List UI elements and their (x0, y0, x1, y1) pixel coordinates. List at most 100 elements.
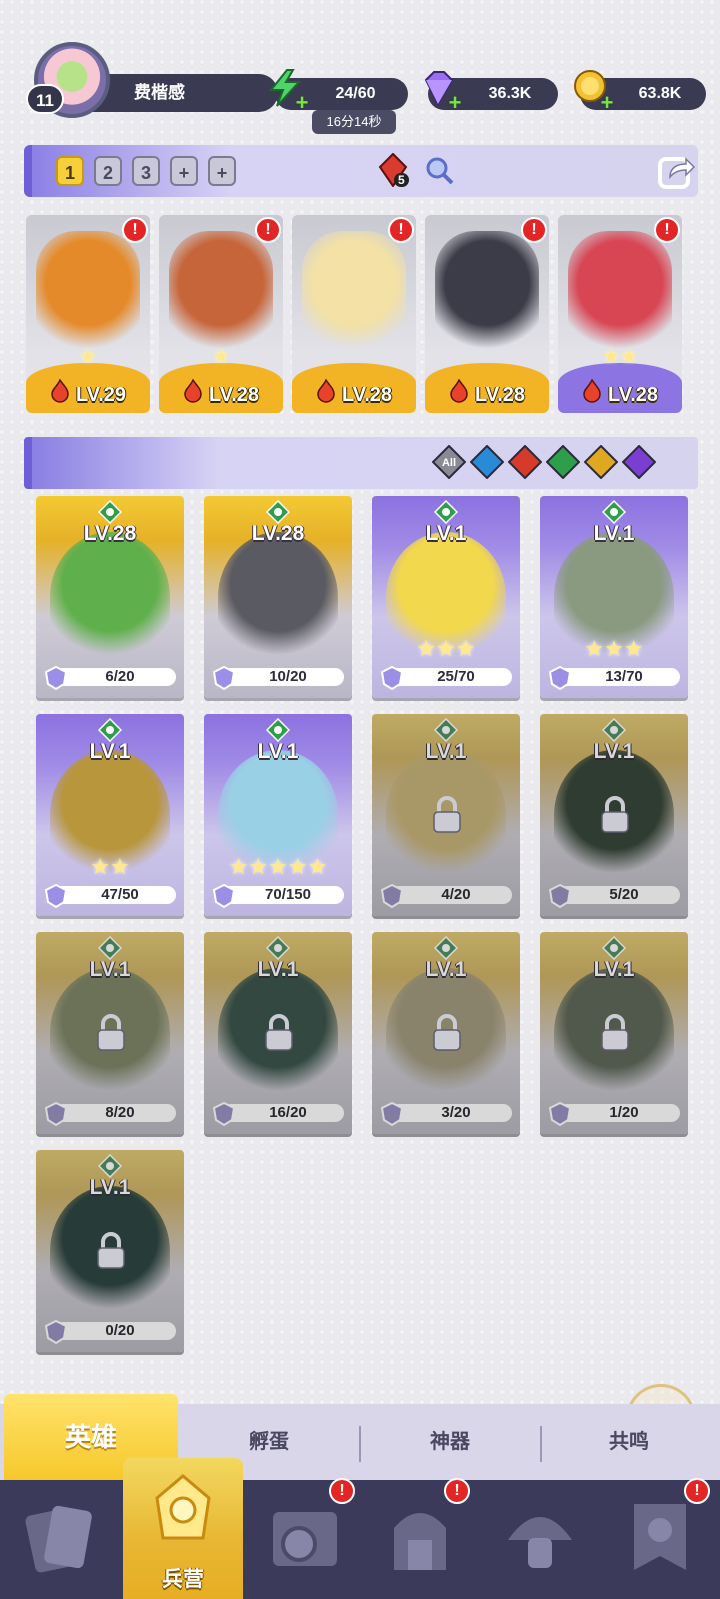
nav-guild[interactable]: ! (600, 1478, 720, 1599)
hero-portrait (50, 532, 170, 662)
power-count: 5 (394, 173, 409, 187)
filter-label: All (442, 457, 456, 469)
add-gems-icon[interactable]: + (446, 92, 464, 114)
filter-all-button[interactable]: All (432, 445, 466, 479)
fragment-progress: 25/70 (390, 668, 512, 686)
nature-element-icon (602, 936, 626, 960)
hero-level: LV.1 (89, 740, 131, 763)
fragment-icon (548, 1101, 572, 1127)
nav-guild-alert-badge: ! (684, 1478, 710, 1504)
hero-card[interactable]: LV.1 ★★★★★ 70/150 (204, 714, 352, 916)
hero-card[interactable]: LV.1 3/20 (372, 932, 520, 1134)
add-energy-icon[interactable]: + (293, 92, 311, 114)
hero-card[interactable]: LV.1 5/20 (540, 714, 688, 916)
tab-resonance[interactable]: 共鸣 (542, 1404, 716, 1480)
deployed-hero-card[interactable]: LV.28! (292, 215, 416, 413)
nav-map[interactable]: ! (245, 1478, 365, 1599)
hero-portrait (169, 231, 273, 361)
hero-card[interactable]: LV.1 ★★★ 13/70 (540, 496, 688, 698)
team-tab-3[interactable]: 3 (132, 156, 160, 186)
filter-light-button[interactable] (584, 445, 618, 479)
deployed-hero-card[interactable]: ★ LV.29! (26, 215, 150, 413)
nature-element-icon (98, 936, 122, 960)
hero-level: LV.1 (257, 740, 299, 763)
fragment-icon (44, 1319, 68, 1345)
fragment-icon (212, 1101, 236, 1127)
nature-element-icon (434, 936, 458, 960)
fragment-icon (212, 665, 236, 691)
fragment-progress: 13/70 (558, 668, 680, 686)
add-coins-icon[interactable]: + (598, 92, 616, 114)
lock-icon (265, 1014, 293, 1051)
hero-card[interactable]: LV.28 10/20 (204, 496, 352, 698)
hero-portrait (218, 532, 338, 662)
mushroom-icon (508, 1517, 572, 1568)
nav-cards[interactable] (0, 1480, 120, 1599)
coins-counter[interactable]: + 63.8K (574, 70, 706, 114)
nav-shrine[interactable]: ! (360, 1478, 480, 1599)
hero-level: LV.1 (257, 958, 299, 981)
team-bar: 1 2 3 + + 5 (24, 145, 698, 197)
fragment-icon (548, 665, 572, 691)
filter-water-button[interactable] (470, 445, 504, 479)
share-icon[interactable] (656, 151, 696, 191)
deployed-hero-card[interactable]: ★★ LV.28! (558, 215, 682, 413)
fragment-icon (380, 665, 404, 691)
player-profile[interactable]: 费楷感 11 (26, 42, 278, 118)
upgrade-alert-badge: ! (388, 217, 414, 243)
filter-fire-button[interactable] (508, 445, 542, 479)
lock-icon (433, 1014, 461, 1051)
lock-icon (97, 1014, 125, 1051)
hero-card[interactable]: LV.1 ★★ 47/50 (36, 714, 184, 916)
deployed-hero-card[interactable]: ★ LV.28! (159, 215, 283, 413)
fragment-progress: 8/20 (54, 1104, 176, 1122)
hero-card[interactable]: LV.28 6/20 (36, 496, 184, 698)
team-tab-2[interactable]: 2 (94, 156, 122, 186)
hero-stars: ★★ (90, 854, 130, 879)
hero-portrait (302, 231, 406, 361)
nav-map-alert-badge: ! (329, 1478, 355, 1504)
fragment-progress: 16/20 (222, 1104, 344, 1122)
upgrade-alert-badge: ! (521, 217, 547, 243)
fragment-progress: 1/20 (558, 1104, 680, 1122)
nav-shrine-alert-badge: ! (444, 1478, 470, 1504)
nav-barracks[interactable]: 兵营 (123, 1458, 243, 1599)
fragment-progress: 5/20 (558, 886, 680, 904)
element-filter-bar: All (24, 437, 698, 489)
nature-element-icon (98, 718, 122, 742)
hero-level: LV.28 (474, 384, 526, 406)
fragment-icon (44, 665, 68, 691)
fragment-progress: 10/20 (222, 668, 344, 686)
barracks-icon (155, 1474, 211, 1540)
nature-element-icon (98, 500, 122, 524)
team-tab-add-1[interactable]: + (170, 156, 198, 186)
cards-icon (25, 1505, 92, 1573)
deployed-hero-card[interactable]: LV.28! (425, 215, 549, 413)
lock-icon (601, 796, 629, 833)
search-icon[interactable] (424, 155, 454, 185)
lock-icon (97, 1232, 125, 1269)
hero-level: LV.28 (251, 522, 305, 545)
team-tab-1[interactable]: 1 (56, 156, 84, 186)
hero-stars: ★★★ (416, 636, 476, 661)
team-tab-add-2[interactable]: + (208, 156, 236, 186)
hero-card[interactable]: LV.1 4/20 (372, 714, 520, 916)
filter-dark-button[interactable] (622, 445, 656, 479)
tab-artifacts[interactable]: 神器 (361, 1404, 539, 1480)
hero-card[interactable]: LV.1 1/20 (540, 932, 688, 1134)
hero-card[interactable]: LV.1 16/20 (204, 932, 352, 1134)
energy-value: 24/60 (335, 85, 376, 102)
hero-level: LV.1 (425, 958, 467, 981)
hero-card[interactable]: LV.1 8/20 (36, 932, 184, 1134)
hero-level: LV.1 (89, 1176, 131, 1199)
guild-banner-icon (634, 1504, 686, 1570)
gems-counter[interactable]: + 36.3K (424, 71, 558, 114)
hero-card[interactable]: LV.1 ★★★ 25/70 (372, 496, 520, 698)
nav-mushroom[interactable] (480, 1480, 600, 1599)
energy-counter[interactable]: + 24/60 (268, 69, 408, 114)
lock-icon (601, 1014, 629, 1051)
hero-card[interactable]: LV.1 0/20 (36, 1150, 184, 1352)
upgrade-alert-badge: ! (255, 217, 281, 243)
hero-level: LV.29 (75, 384, 127, 406)
filter-nature-button[interactable] (546, 445, 580, 479)
